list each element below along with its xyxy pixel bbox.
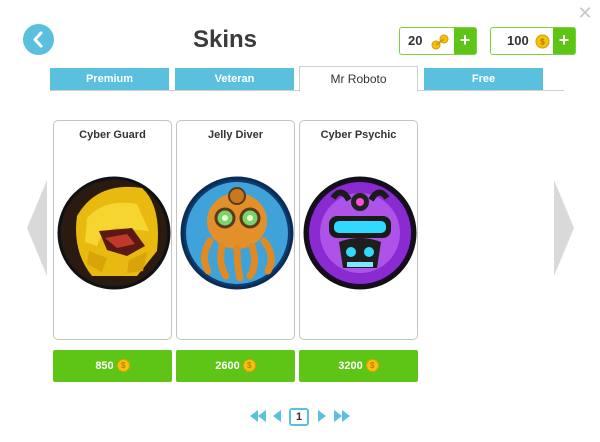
- gear-currency-icon: [431, 34, 449, 50]
- skin-card-cyber-psychic[interactable]: Cyber Psychic: [299, 120, 418, 340]
- buy-cyber-psychic-button[interactable]: 3200 $: [299, 350, 418, 382]
- tab-mr-roboto[interactable]: Mr Roboto: [299, 66, 418, 92]
- buy-gears-button[interactable]: +: [454, 28, 476, 54]
- gear-amount: 20: [408, 33, 423, 48]
- buy-cyber-guard-button[interactable]: 850 $: [53, 350, 172, 382]
- skin-name: Jelly Diver: [207, 129, 264, 141]
- price-label: 2600 $: [176, 350, 295, 382]
- chevron-left-icon: [33, 31, 43, 48]
- buy-coins-button[interactable]: +: [553, 28, 575, 54]
- page-title: Skins: [192, 26, 258, 53]
- price-value: 2600: [215, 360, 240, 372]
- tab-free[interactable]: Free: [424, 68, 543, 90]
- coin-currency-display: 100 $ +: [490, 27, 576, 55]
- last-page-icon[interactable]: [334, 410, 350, 422]
- next-arrow-icon[interactable]: [552, 180, 574, 276]
- next-page-icon[interactable]: [317, 410, 327, 422]
- skin-card-cyber-guard[interactable]: Cyber Guard: [53, 120, 172, 340]
- pagination: 1: [250, 408, 350, 426]
- back-button[interactable]: [23, 24, 54, 55]
- price-label: 850 $: [53, 350, 172, 382]
- coin-amount: 100: [507, 33, 529, 48]
- skin-card-jelly-diver[interactable]: Jelly Diver: [176, 120, 295, 340]
- buy-jelly-diver-button[interactable]: 2600 $: [176, 350, 295, 382]
- price-label: 3200 $: [299, 350, 418, 382]
- coin-icon: $: [116, 358, 130, 372]
- previous-arrow-icon[interactable]: [27, 180, 49, 276]
- jelly-diver-portrait: [180, 176, 294, 290]
- skin-category-tabs: Premium Veteran Mr Roboto Free: [50, 66, 564, 92]
- price-value: 850: [95, 360, 114, 372]
- close-icon[interactable]: ✕: [576, 4, 594, 22]
- skin-name: Cyber Psychic: [320, 129, 397, 141]
- tab-veteran[interactable]: Veteran: [175, 68, 294, 90]
- coin-icon: $: [535, 34, 550, 49]
- first-page-icon[interactable]: [250, 410, 266, 422]
- price-value: 3200: [338, 360, 363, 372]
- coin-icon: $: [365, 358, 379, 372]
- coin-icon: $: [242, 358, 256, 372]
- current-page: 1: [289, 408, 309, 426]
- svg-text:$: $: [540, 38, 545, 47]
- cyber-guard-portrait: [57, 176, 171, 290]
- previous-page-icon[interactable]: [272, 410, 282, 422]
- tab-premium[interactable]: Premium: [50, 68, 169, 90]
- gear-currency-display: 20 +: [399, 27, 477, 55]
- skin-name: Cyber Guard: [79, 129, 146, 141]
- cyber-psychic-portrait: [303, 176, 417, 290]
